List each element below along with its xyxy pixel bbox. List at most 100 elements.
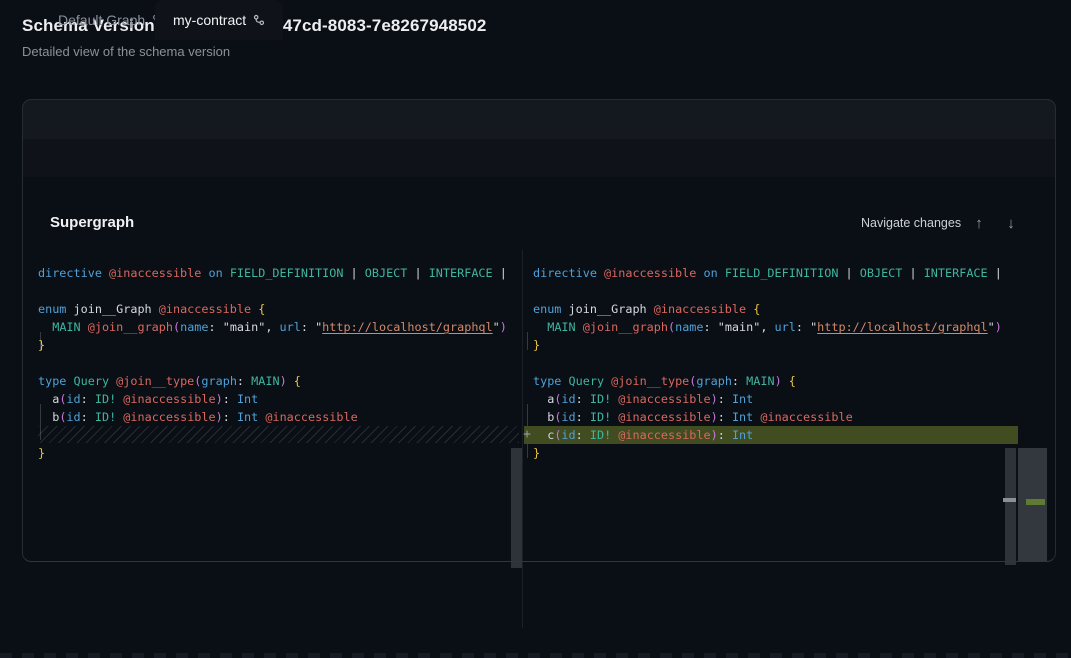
code-token: INTERFACE [429, 266, 493, 280]
code-token: @join__graph [583, 320, 668, 334]
code-line: MAIN @join__graph(name: "main", url: "ht… [533, 318, 1002, 336]
code-token: { [753, 302, 760, 316]
code-token: { [789, 374, 796, 388]
code-token: Int [732, 428, 753, 442]
supergraph-diff-editor: directive @inaccessible on FIELD_DEFINIT… [30, 250, 1047, 628]
code-token: ID! [590, 392, 611, 406]
code-token: } [38, 446, 45, 460]
code-token: http://localhost/graphql [817, 320, 987, 334]
code-token: Int [237, 392, 258, 406]
code-token: : [237, 374, 251, 388]
code-token: Query [74, 374, 110, 388]
diff-pane-previous[interactable]: directive @inaccessible on FIELD_DEFINIT… [30, 250, 523, 628]
code-token: | [988, 266, 1002, 280]
tab-my-contract[interactable]: my-contract [155, 0, 283, 40]
code-token: { [294, 374, 301, 388]
code-line: type Query @join__type(graph: MAIN) { [533, 372, 796, 390]
code-token [38, 320, 52, 334]
code-token [718, 266, 725, 280]
navigate-down-button[interactable]: ↓ [1000, 212, 1022, 234]
code-token: @join__type [611, 374, 689, 388]
overview-ruler-added-tick [1026, 499, 1045, 505]
code-token: | [343, 266, 364, 280]
code-line: } [38, 336, 45, 354]
code-token: } [533, 338, 540, 352]
code-token: http://localhost/graphql [322, 320, 492, 334]
code-token: : [718, 392, 732, 406]
code-line: } [533, 444, 540, 462]
code-token [782, 374, 789, 388]
code-token: url [280, 320, 301, 334]
code-token: name [180, 320, 208, 334]
view-subtab-row [22, 139, 1056, 177]
code-token: : [81, 392, 95, 406]
indent-guide [527, 332, 528, 350]
code-token: id [66, 392, 80, 406]
code-token [66, 374, 73, 388]
code-token: ) [711, 428, 718, 442]
code-token: FIELD_DEFINITION [230, 266, 344, 280]
code-token: @inaccessible [159, 302, 251, 316]
code-token: id [561, 410, 575, 424]
code-line: MAIN @join__graph(name: "main", url: "ht… [38, 318, 507, 336]
code-token: INTERFACE [924, 266, 988, 280]
code-token: a [533, 392, 554, 406]
code-token: name [675, 320, 703, 334]
code-token: directive [38, 266, 102, 280]
code-token: enum [38, 302, 66, 316]
code-token: MAIN [251, 374, 279, 388]
code-token: @inaccessible [618, 410, 710, 424]
code-token: directive [533, 266, 597, 280]
code-token: { [258, 302, 265, 316]
code-token: on [703, 266, 717, 280]
code-token [597, 266, 604, 280]
code-token [81, 320, 88, 334]
code-token: Int [237, 410, 258, 424]
code-token: c [533, 428, 554, 442]
code-line: enum join__Graph @inaccessible { [533, 300, 760, 318]
code-token: join__Graph [66, 302, 158, 316]
code-line: a(id: ID! @inaccessible): Int [38, 390, 258, 408]
code-token: type [533, 374, 561, 388]
code-token [102, 266, 109, 280]
code-token: OBJECT [365, 266, 408, 280]
code-token: id [561, 428, 575, 442]
code-token: ID! [95, 392, 116, 406]
code-token: ID! [95, 410, 116, 424]
code-token: @inaccessible [618, 428, 710, 442]
added-line-marker: + [520, 426, 534, 444]
code-token: @join__graph [88, 320, 173, 334]
code-token: : [81, 410, 95, 424]
minimap-thumb[interactable] [1018, 448, 1047, 562]
code-token: MAIN [52, 320, 80, 334]
code-line: type Query @join__type(graph: MAIN) { [38, 372, 301, 390]
diff-pane-current[interactable]: directive @inaccessible on FIELD_DEFINIT… [524, 250, 1018, 628]
code-token [223, 266, 230, 280]
code-token: @inaccessible [604, 266, 696, 280]
code-token: Int [732, 392, 753, 406]
code-token [533, 320, 547, 334]
code-token: graph [201, 374, 237, 388]
code-token: Int [732, 410, 753, 424]
code-line: b(id: ID! @inaccessible): Int @inaccessi… [533, 408, 853, 426]
code-token: : [576, 410, 590, 424]
code-token: FIELD_DEFINITION [725, 266, 839, 280]
code-token: } [38, 338, 45, 352]
code-token: : "main", [704, 320, 775, 334]
navigate-changes-label: Navigate changes [861, 216, 961, 230]
code-token: url [775, 320, 796, 334]
code-token: @join__type [116, 374, 194, 388]
fork-icon [253, 14, 265, 26]
left-pane-scrollbar-thumb[interactable] [511, 448, 522, 568]
code-token: MAIN [547, 320, 575, 334]
code-token: b [38, 410, 59, 424]
code-token: | [838, 266, 859, 280]
code-token: @inaccessible [123, 410, 215, 424]
code-token: type [38, 374, 66, 388]
code-token: ) [775, 374, 782, 388]
code-token: | [493, 266, 507, 280]
code-token: ) [711, 392, 718, 406]
code-token: : " [796, 320, 817, 334]
right-pane-scrollbar-thumb[interactable] [1005, 448, 1016, 565]
navigate-up-button[interactable]: ↑ [968, 212, 990, 234]
